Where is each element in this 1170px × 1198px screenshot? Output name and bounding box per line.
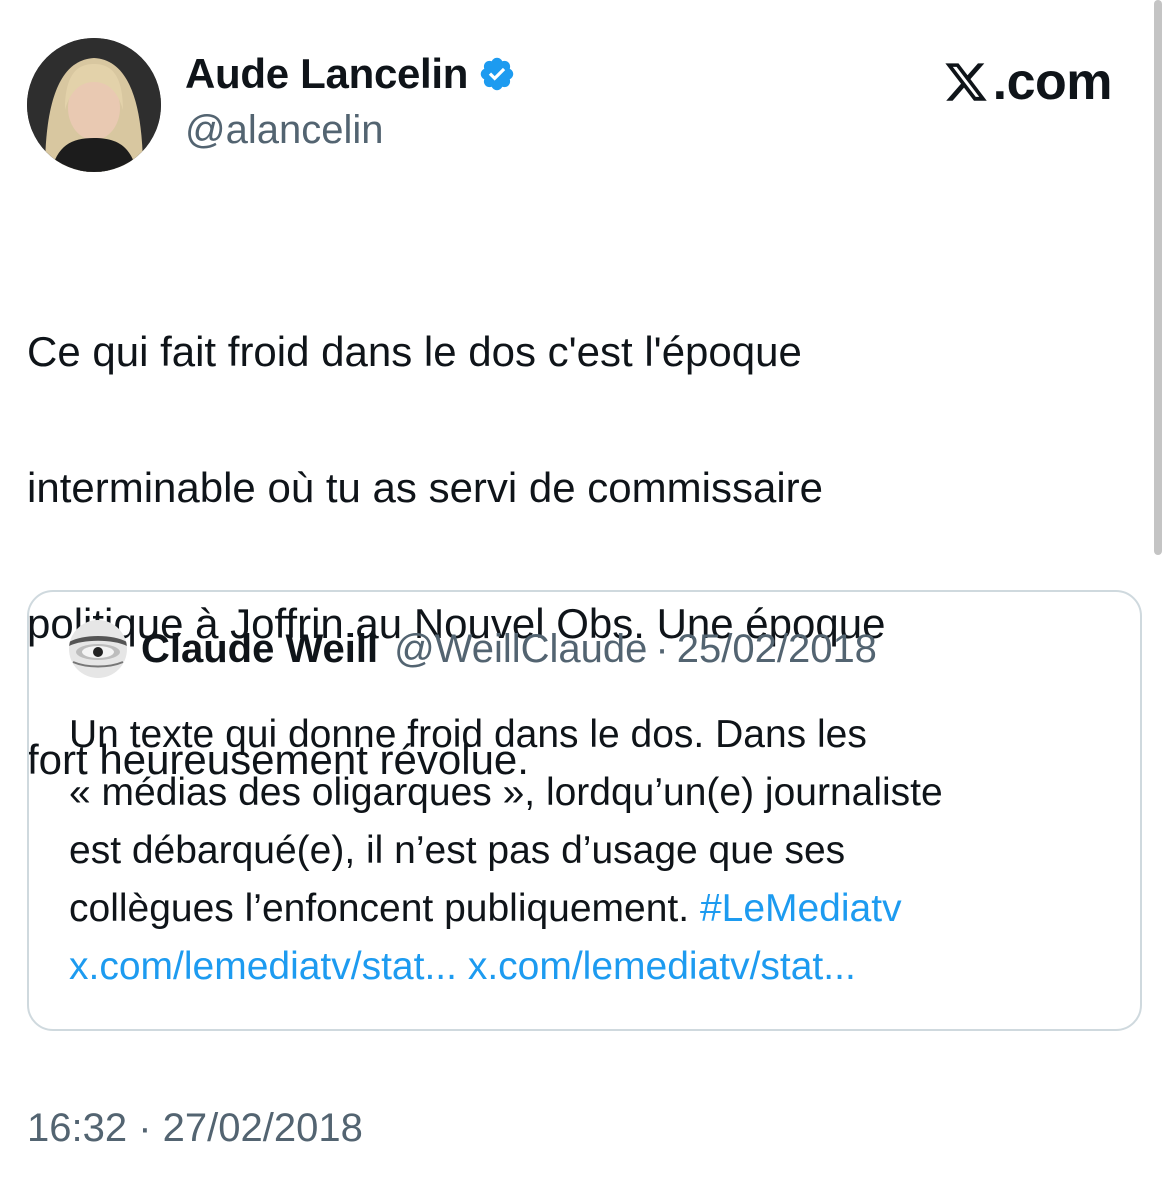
url-link[interactable]: x.com/lemediatv/stat... — [468, 945, 856, 988]
tweet-screenshot: Aude Lancelin @alancelin .com Ce qui fai… — [0, 0, 1170, 1198]
brand-watermark: .com — [943, 52, 1113, 112]
x-logo-icon — [945, 63, 987, 101]
author-avatar[interactable] — [27, 38, 161, 172]
quoted-text-line: Un texte qui donne froid dans le dos. Da… — [69, 713, 867, 756]
quoted-author-avatar[interactable] — [69, 620, 127, 678]
quoted-text-segment: collègues l’enfoncent publiquement. — [69, 887, 700, 930]
hashtag-link[interactable]: #LeMediatv — [700, 887, 902, 930]
quoted-author-handle[interactable]: @WeillClaude — [394, 627, 647, 672]
quoted-tweet-text: Un texte qui donne froid dans le dos. Da… — [69, 706, 1119, 996]
brand-label: .com — [992, 53, 1113, 111]
tweet-text-line: interminable où tu as servi de commissai… — [27, 464, 823, 511]
url-link[interactable]: x.com/lemediatv/stat... — [69, 945, 457, 988]
quoted-text-line: « médias des oligarques », lordqu’un(e) … — [69, 771, 943, 814]
quoted-tweet-date[interactable]: 25/02/2018 — [677, 627, 877, 672]
quoted-tweet-header: Claude Weill @WeillClaude · 25/02/2018 — [69, 620, 877, 678]
author-name-row: Aude Lancelin — [185, 50, 516, 98]
quoted-text-line: est débarqué(e), il n’est pas d’usage qu… — [69, 829, 846, 872]
scrollbar[interactable] — [1154, 0, 1162, 555]
quoted-author-name[interactable]: Claude Weill — [141, 627, 378, 672]
tweet-timestamp[interactable]: 16:32 · 27/02/2018 — [27, 1106, 363, 1151]
verified-badge-icon — [480, 57, 514, 91]
author-handle[interactable]: @alancelin — [185, 108, 384, 153]
tweet-text-line: Ce qui fait froid dans le dos c'est l'ép… — [27, 328, 802, 375]
quoted-links-line: x.com/lemediatv/stat... x.com/lemediatv/… — [69, 938, 1119, 996]
quoted-tweet-card[interactable]: Claude Weill @WeillClaude · 25/02/2018 U… — [27, 590, 1142, 1031]
quoted-text-line: collègues l’enfoncent publiquement. #LeM… — [69, 880, 1119, 938]
separator-dot: · — [655, 626, 669, 671]
author-display-name[interactable]: Aude Lancelin — [185, 50, 468, 98]
